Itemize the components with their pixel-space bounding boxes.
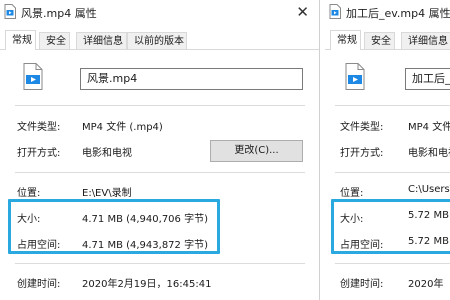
properties-window-left: 风景.mp4 属性 ✕ 常规 安全 详细信息 以前的版本 风景.mp4 文件类型…: [0, 0, 320, 300]
tab-previous-versions[interactable]: 以前的版本: [127, 32, 187, 49]
divider: [15, 263, 305, 264]
tab-security[interactable]: 安全: [39, 32, 70, 49]
file-type-value: MP4 文件 (.mp4): [82, 122, 163, 133]
change-button[interactable]: 更改(C)...: [210, 140, 303, 162]
window-title: 加工后_ev.mp4 属性: [346, 7, 450, 20]
size-value: 5.72 MB: [408, 210, 449, 221]
location-value: E:\EV\录制: [82, 188, 132, 199]
disk-size-label: 占用空间:: [340, 240, 384, 251]
divider: [335, 263, 450, 264]
open-with-label: 打开方式:: [340, 148, 384, 159]
tab-strip: 常规 安全 详细信息 以前的版本: [0, 30, 319, 50]
location-value: C:\Users\: [408, 184, 450, 195]
created-label: 创建时间:: [17, 279, 61, 290]
divider: [15, 105, 305, 106]
disk-size-label: 占用空间:: [17, 240, 61, 251]
divider: [335, 105, 450, 106]
video-file-icon: [329, 4, 341, 19]
created-value: 2020年: [408, 279, 444, 290]
tab-strip: 常规 安全 详细信息: [325, 30, 450, 50]
disk-size-value: 5.72 MB: [408, 236, 449, 247]
size-value: 4.71 MB (4,940,706 字节): [82, 214, 208, 225]
title-bar[interactable]: 风景.mp4 属性 ✕: [0, 0, 319, 24]
file-type-value: MP4 文件: [408, 122, 450, 133]
location-label: 位置:: [17, 188, 41, 199]
disk-size-value: 4.71 MB (4,943,872 字节): [82, 240, 208, 251]
file-name-field[interactable]: 加工后_ev.mp4: [405, 68, 450, 90]
tab-details[interactable]: 详细信息: [76, 32, 127, 49]
video-file-icon: [23, 63, 43, 90]
file-type-label: 文件类型:: [340, 122, 384, 133]
divider: [335, 172, 450, 173]
video-file-icon: [345, 63, 365, 90]
window-title: 风景.mp4 属性: [21, 7, 97, 20]
open-with-value: 电影和电视: [408, 148, 450, 159]
location-label: 位置:: [340, 188, 364, 199]
size-label: 大小:: [340, 214, 364, 225]
tab-general[interactable]: 常规: [5, 30, 36, 50]
tab-general[interactable]: 常规: [330, 30, 361, 50]
file-name-field[interactable]: 风景.mp4: [80, 68, 303, 90]
properties-window-right: 加工后_ev.mp4 属性 常规 安全 详细信息 加工后_ev.mp4 文件类型…: [325, 0, 450, 300]
open-with-label: 打开方式:: [17, 148, 61, 159]
video-file-icon: [4, 4, 16, 19]
title-bar[interactable]: 加工后_ev.mp4 属性: [325, 0, 450, 24]
created-label: 创建时间:: [340, 279, 384, 290]
created-value: 2020年2月19日，16:45:41: [82, 279, 212, 290]
divider: [15, 172, 305, 173]
open-with-value: 电影和电视: [82, 148, 132, 159]
tab-details[interactable]: 详细信息: [401, 32, 450, 49]
size-label: 大小:: [17, 214, 41, 225]
tab-security[interactable]: 安全: [364, 32, 395, 49]
close-icon[interactable]: ✕: [296, 3, 309, 21]
file-type-label: 文件类型:: [17, 122, 61, 133]
